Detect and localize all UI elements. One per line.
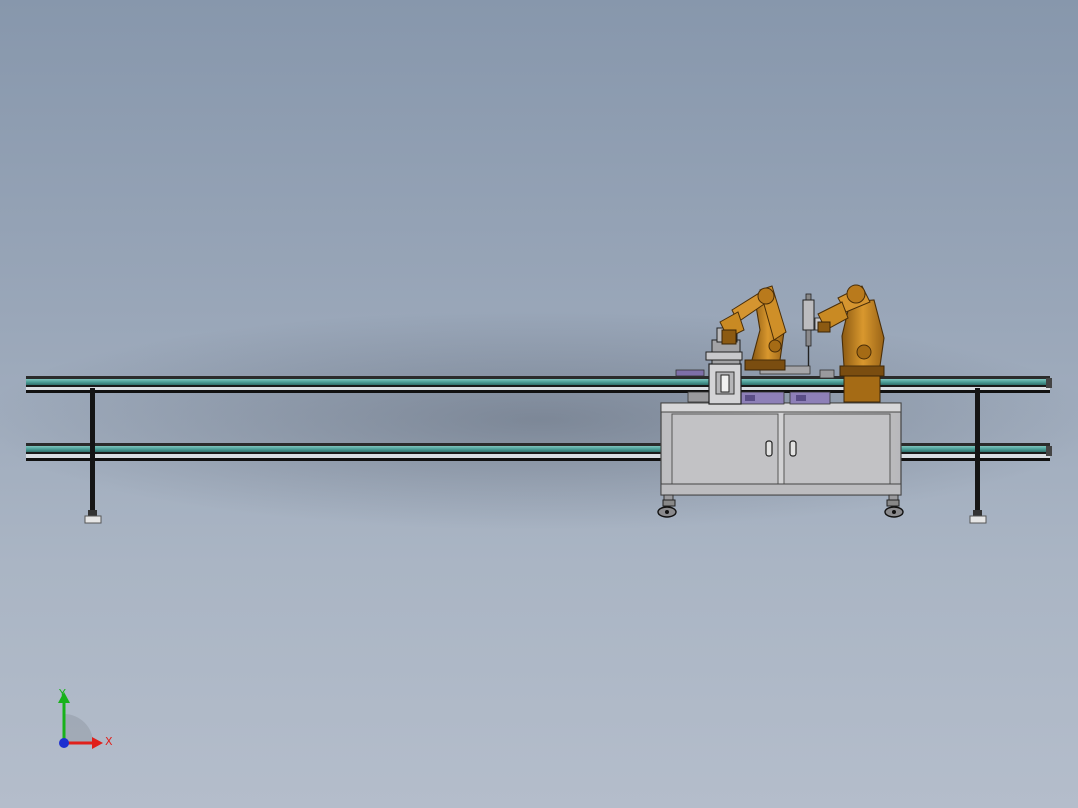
- x-axis-arrowhead: [92, 737, 103, 749]
- triad-graphic: Y X: [58, 687, 113, 749]
- y-axis-label: Y: [58, 687, 66, 700]
- triad-origin: [59, 738, 69, 748]
- model-shadow: [0, 310, 1078, 530]
- graphics-viewport[interactable]: Y X: [0, 0, 1078, 808]
- assembly-model[interactable]: [0, 0, 1078, 808]
- triad-plane-shade: [64, 714, 93, 743]
- cabinet-door-handle-right[interactable]: [789, 440, 797, 457]
- coordinate-triad: Y X: [52, 686, 122, 750]
- upper-conveyor-rail[interactable]: [26, 376, 1052, 393]
- x-axis-label: X: [105, 735, 113, 748]
- cabinet-door-handle-left[interactable]: [765, 440, 773, 457]
- workstation-cabinet[interactable]: [660, 402, 902, 502]
